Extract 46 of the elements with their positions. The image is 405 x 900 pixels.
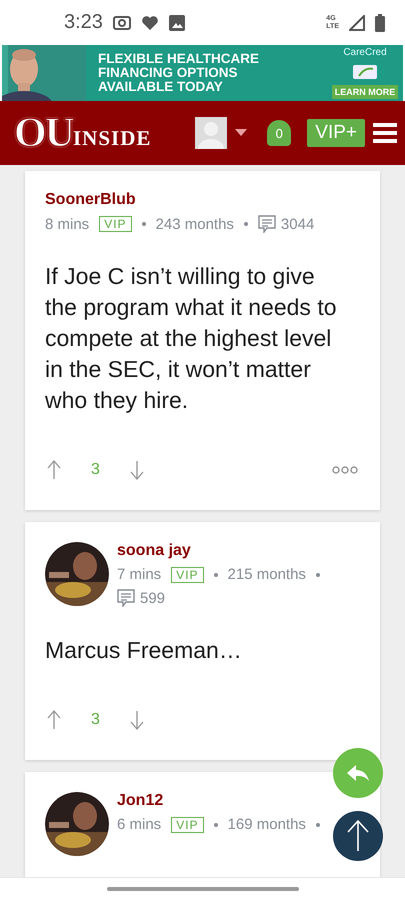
comment-count: 3044 xyxy=(280,216,314,232)
post-time: 8 mins xyxy=(45,216,90,232)
comment-count: 599 xyxy=(140,590,166,606)
card-icon xyxy=(353,64,377,78)
brand-logo: CareCred xyxy=(343,47,387,58)
member-tenure: 169 months xyxy=(228,816,306,833)
comment-icon xyxy=(117,589,135,607)
separator-dot-icon xyxy=(214,822,218,826)
menu-icon[interactable] xyxy=(373,122,397,144)
separator-dot-icon xyxy=(214,572,218,576)
more-icon[interactable] xyxy=(332,466,358,474)
up-arrow-icon xyxy=(347,820,369,852)
author-name[interactable]: SoonerBlub xyxy=(45,191,360,209)
vote-count: 3 xyxy=(91,711,100,729)
vote-count: 3 xyxy=(91,461,100,479)
author-name[interactable]: soona jay xyxy=(117,542,360,560)
separator-dot-icon xyxy=(316,822,320,826)
separator-dot-icon xyxy=(142,222,146,226)
heart-icon xyxy=(140,14,159,30)
ad-headline: AVAILABLE TODAY xyxy=(98,80,224,94)
clock: 3:23 xyxy=(64,11,103,34)
post-time: 6 mins xyxy=(117,816,162,833)
image-icon xyxy=(168,14,185,30)
camera-icon xyxy=(112,16,131,30)
post-text: If Joe C isn’t willing to give the program what it needs to compete at the highest level in the SEC, it won’t matter who they hire. xyxy=(45,262,338,415)
author-name[interactable]: Jon12 xyxy=(117,792,360,810)
reply-icon xyxy=(346,764,370,782)
post-text: Marcus Freeman… xyxy=(45,636,243,665)
vip-badge: VIP xyxy=(99,216,132,232)
ad-headline: FINANCING OPTIONS xyxy=(98,66,239,80)
caret-icon[interactable] xyxy=(235,129,248,137)
separator-dot-icon xyxy=(316,572,320,576)
vip-badge: VIP xyxy=(171,566,204,582)
ad-headline: FLEXIBLE HEALTHCARE xyxy=(98,52,260,66)
member-tenure: 215 months xyxy=(228,566,306,583)
downvote-arrow-icon[interactable] xyxy=(130,710,144,730)
upvote-arrow-icon[interactable] xyxy=(47,710,61,730)
upvote-arrow-icon[interactable] xyxy=(47,460,61,480)
post-time: 7 mins xyxy=(117,566,162,583)
separator-dot-icon xyxy=(244,222,248,226)
member-tenure: 243 months xyxy=(156,216,234,232)
vip-badge: VIP xyxy=(171,816,204,832)
downvote-arrow-icon[interactable] xyxy=(130,460,144,480)
signal-icon xyxy=(349,14,365,30)
comment-icon xyxy=(258,215,276,233)
battery-icon xyxy=(375,14,385,32)
